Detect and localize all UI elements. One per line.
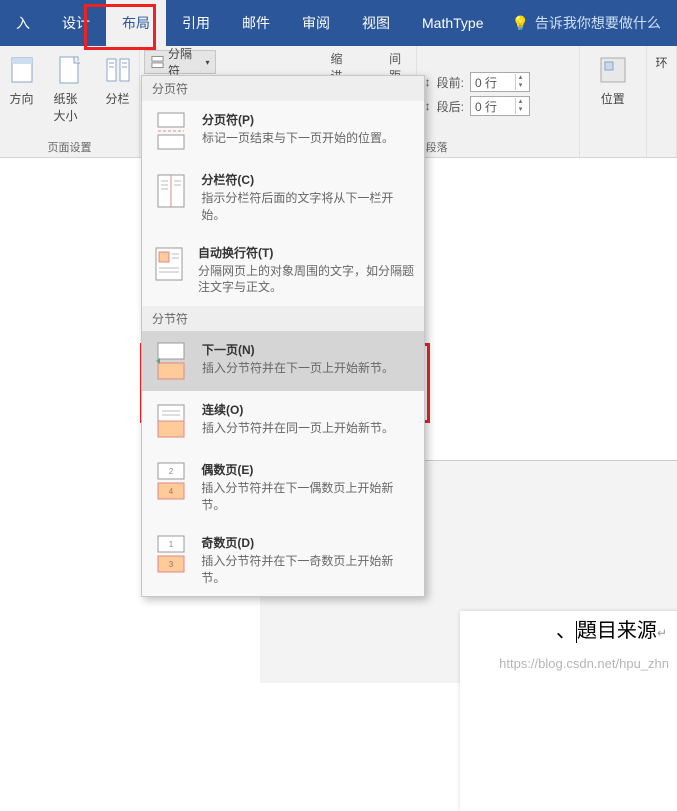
before-label: 段前:	[437, 74, 464, 91]
spin-down-icon[interactable]: ▾	[515, 106, 525, 114]
breaks-dropdown-button[interactable]: 分隔符 ▾	[144, 50, 216, 74]
tab-view[interactable]: 视图	[346, 0, 406, 46]
tab-review[interactable]: 审阅	[286, 0, 346, 46]
menu-item-column-break[interactable]: 分栏符(C) 指示分栏符后面的文字将从下一栏开始。	[142, 161, 424, 234]
before-icon: ↕	[425, 75, 431, 89]
spin-down-icon[interactable]: ▾	[515, 82, 525, 90]
column-break-icon	[152, 171, 189, 224]
after-label: 段后:	[437, 98, 464, 115]
menu-title: 偶数页(E)	[201, 461, 414, 478]
lightbulb-icon: 💡	[511, 15, 528, 32]
svg-text:1: 1	[168, 540, 173, 549]
svg-text:4: 4	[168, 487, 173, 496]
menu-title: 下一页(N)	[202, 341, 394, 358]
menu-item-text-wrapping-break[interactable]: 自动换行符(T) 分隔网页上的对象周围的文字，如分隔题注文字与正文。	[142, 234, 424, 307]
after-value: 0 行	[475, 98, 497, 115]
position-button[interactable]: 位置	[591, 50, 635, 111]
menu-title: 连续(O)	[202, 401, 394, 418]
size-label: 纸张大小	[54, 90, 86, 124]
tell-me-search[interactable]: 💡 告诉我你想要做什么	[511, 13, 660, 33]
group-label-page-setup: 页面设置	[48, 139, 92, 155]
size-button[interactable]: 纸张大小	[48, 50, 92, 128]
group-label-paragraph: 段落	[426, 139, 448, 155]
section-breaks-section-header: 分节符	[142, 306, 424, 331]
orientation-button[interactable]: 方向	[0, 50, 44, 128]
continuous-icon	[152, 401, 190, 441]
page-breaks-section-header: 分页符	[142, 76, 424, 101]
page-break-icon	[152, 111, 190, 151]
even-page-icon: 24	[152, 461, 189, 514]
position-label: 位置	[601, 90, 625, 107]
menu-item-continuous[interactable]: 连续(O) 插入分节符并在同一页上开始新节。	[142, 391, 424, 451]
columns-label: 分栏	[105, 90, 129, 107]
menu-item-page-break[interactable]: 分页符(P) 标记一页结束与下一页开始的位置。	[142, 101, 424, 161]
spin-up-icon[interactable]: ▴	[515, 74, 525, 82]
menu-item-odd-page[interactable]: 13 奇数页(D) 插入分节符并在下一奇数页上开始新节。	[142, 524, 424, 597]
menu-title: 自动换行符(T)	[198, 244, 414, 261]
document-heading-fragment: 、、題目来源題目来源↵	[556, 614, 667, 643]
tab-design[interactable]: 设计	[46, 0, 106, 46]
menu-desc: 插入分节符并在下一偶数页上开始新节。	[201, 480, 414, 514]
menu-desc: 插入分节符并在下一页上开始新节。	[202, 360, 394, 377]
text-wrapping-icon	[152, 244, 186, 297]
menu-desc: 指示分栏符后面的文字将从下一栏开始。	[201, 190, 414, 224]
after-icon: ↕	[425, 99, 431, 113]
tab-references[interactable]: 引用	[166, 0, 226, 46]
svg-text:2: 2	[168, 467, 173, 476]
menu-title: 分页符(P)	[202, 111, 394, 128]
orientation-label: 方向	[9, 90, 33, 107]
wrap-label: 环	[656, 54, 668, 71]
text-cursor	[576, 621, 577, 643]
menu-item-next-page[interactable]: 下一页(N) 插入分节符并在下一页上开始新节。	[142, 331, 424, 391]
watermark-text: https://blog.csdn.net/hpu_zhn	[499, 656, 669, 671]
tell-me-label: 告诉我你想要做什么	[535, 13, 661, 33]
before-value: 0 行	[475, 74, 497, 91]
menu-desc: 插入分节符并在下一奇数页上开始新节。	[201, 553, 414, 587]
tab-insert-partial[interactable]: 入	[0, 0, 46, 46]
menu-title: 奇数页(D)	[201, 534, 414, 551]
menu-desc: 分隔网页上的对象周围的文字，如分隔题注文字与正文。	[198, 263, 414, 297]
tab-mailings[interactable]: 邮件	[226, 0, 286, 46]
breaks-label: 分隔符	[168, 45, 201, 79]
spin-up-icon[interactable]: ▴	[515, 98, 525, 106]
tab-mathtype[interactable]: MathType	[406, 0, 499, 46]
tab-layout[interactable]: 布局	[106, 0, 166, 46]
menu-title: 分栏符(C)	[201, 171, 414, 188]
spacing-after-input[interactable]: 0 行 ▴▾	[470, 96, 530, 116]
breaks-dropdown-menu: 分页符 分页符(P) 标记一页结束与下一页开始的位置。 分栏符(C) 指示分栏符…	[141, 75, 425, 597]
menu-desc: 标记一页结束与下一页开始的位置。	[202, 130, 394, 147]
columns-button[interactable]: 分栏	[96, 50, 140, 128]
chevron-down-icon: ▾	[205, 58, 209, 67]
ribbon-tabs: 入 设计 布局 引用 邮件 审阅 视图 MathType 💡 告诉我你想要做什么	[0, 0, 677, 46]
svg-text:3: 3	[168, 560, 173, 569]
menu-item-even-page[interactable]: 24 偶数页(E) 插入分节符并在下一偶数页上开始新节。	[142, 451, 424, 524]
wrap-button-partial[interactable]: 环	[650, 50, 674, 75]
spacing-before-input[interactable]: 0 行 ▴▾	[470, 72, 530, 92]
menu-desc: 插入分节符并在同一页上开始新节。	[202, 420, 394, 437]
odd-page-icon: 13	[152, 534, 189, 587]
next-page-icon	[152, 341, 190, 381]
